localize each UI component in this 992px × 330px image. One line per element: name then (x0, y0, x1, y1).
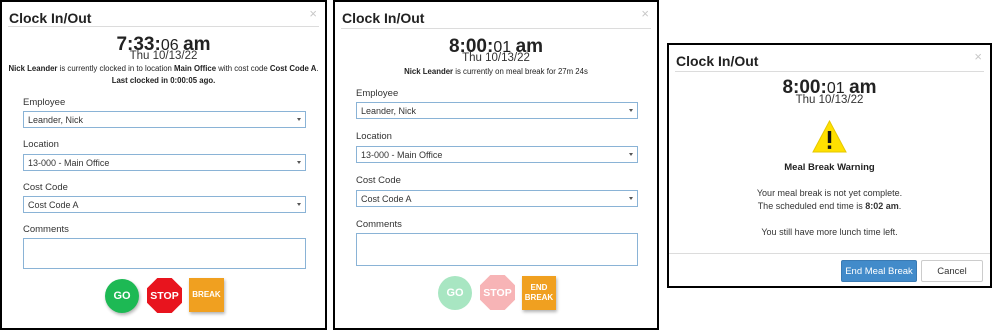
comments-label: Comments (23, 224, 69, 235)
go-button[interactable]: GO (105, 279, 139, 313)
header-divider (675, 71, 984, 72)
location-label: Location (356, 131, 392, 142)
current-date: Thu 10/13/22 (129, 50, 198, 62)
stop-button[interactable]: STOP (147, 278, 182, 313)
meal-break-warning-modal: Clock In/Out × 8:00:01 am Thu 10/13/22 M… (667, 43, 992, 288)
modal-title: Clock In/Out (342, 10, 425, 26)
chevron-down-icon (629, 197, 633, 200)
location-select[interactable]: 13-000 - Main Office (23, 154, 306, 171)
chevron-down-icon (629, 153, 633, 156)
warning-triangle-icon (812, 120, 847, 153)
employee-select[interactable]: Leander, Nick (356, 102, 638, 119)
status-text: Nick Leander is currently on meal break … (404, 67, 588, 76)
current-date: Thu 10/13/22 (795, 94, 864, 106)
cost-code-label: Cost Code (356, 175, 401, 186)
warning-line-3: You still have more lunch time left. (761, 227, 898, 237)
modal-header: Clock In/Out × (669, 45, 990, 69)
end-break-button[interactable]: END BREAK (522, 276, 556, 310)
employee-label: Employee (356, 88, 399, 99)
close-icon[interactable]: × (309, 6, 317, 21)
cost-code-select[interactable]: Cost Code A (23, 196, 306, 213)
comments-label: Comments (356, 219, 402, 230)
warning-line-1: Your meal break is not yet complete. (756, 188, 903, 198)
modal-header: Clock In/Out × (2, 2, 325, 26)
location-label: Location (23, 139, 59, 150)
close-icon[interactable]: × (974, 49, 982, 64)
chevron-down-icon (297, 161, 301, 164)
last-clocked-text: Last clocked in 0:00:05 ago. (111, 76, 216, 85)
header-divider (8, 26, 319, 27)
location-select[interactable]: 13-000 - Main Office (356, 146, 638, 163)
header-divider (341, 28, 651, 29)
status-text: Nick Leander is currently clocked in to … (8, 64, 319, 73)
chevron-down-icon (297, 203, 301, 206)
clock-modal-break: Clock In/Out × 8:00:01 am Thu 10/13/22 N… (333, 0, 659, 330)
end-meal-break-button[interactable]: End Meal Break (841, 260, 917, 282)
clock-modal-active: Clock In/Out × 7:33:06 am Thu 10/13/22 N… (0, 0, 327, 330)
warning-title: Meal Break Warning (784, 162, 875, 173)
modal-title: Clock In/Out (9, 10, 92, 26)
modal-title: Clock In/Out (676, 53, 759, 69)
go-button: GO (438, 276, 472, 310)
employee-label: Employee (23, 97, 66, 108)
chevron-down-icon (297, 118, 301, 121)
warning-line-2: The scheduled end time is 8:02 am. (757, 201, 902, 211)
comments-field[interactable] (356, 233, 638, 266)
chevron-down-icon (629, 109, 633, 112)
modal-header: Clock In/Out × (335, 2, 657, 26)
footer-divider (669, 253, 990, 254)
cancel-button[interactable]: Cancel (921, 260, 983, 282)
close-icon[interactable]: × (641, 6, 649, 21)
employee-select[interactable]: Leander, Nick (23, 111, 306, 128)
current-date: Thu 10/13/22 (462, 52, 530, 64)
break-button[interactable]: BREAK (189, 278, 224, 312)
cost-code-label: Cost Code (23, 182, 68, 193)
stop-button: STOP (480, 275, 515, 310)
comments-field[interactable] (23, 238, 306, 269)
cost-code-select[interactable]: Cost Code A (356, 190, 638, 207)
